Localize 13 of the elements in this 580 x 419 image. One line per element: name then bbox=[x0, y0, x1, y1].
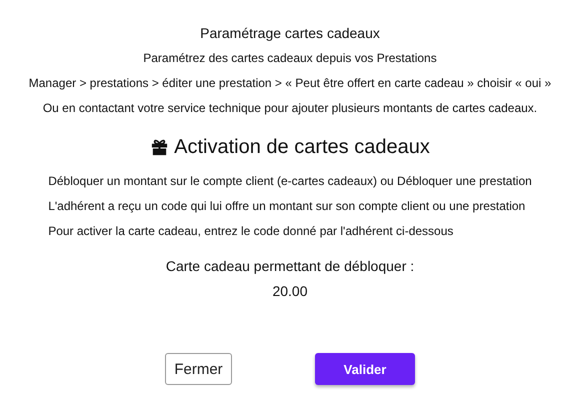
description-text: Débloquer un montant sur le compte client (e-cartes cadeaux) ou Débloquer une prestation bbox=[48, 173, 532, 190]
unlock-label: Carte cadeau permettant de débloquer : bbox=[166, 257, 414, 276]
section-title: Paramétrage cartes cadeaux bbox=[200, 24, 380, 43]
section-heading: Activation de cartes cadeaux bbox=[174, 135, 430, 160]
instruction-text: Manager > prestations > éditer une prestation > « Peut être offert en carte cadeau » choisir « oui » bbox=[28, 75, 552, 92]
gift-icon bbox=[150, 138, 170, 156]
instruction-text: Ou en contactant votre service technique pour ajouter plusieurs montants de cartes cadeaux. bbox=[42, 100, 538, 117]
description-text: L'adhérent a reçu un code qui lui offre un montant sur son compte client ou une prestation bbox=[48, 198, 526, 215]
description-text: Pour activer la carte cadeau, entrez le code donné par l'adhérent ci-dessous bbox=[48, 223, 454, 240]
close-button[interactable]: Fermer bbox=[165, 353, 232, 385]
instruction-text: Paramétrez des cartes cadeaux depuis vos Prestations bbox=[143, 50, 437, 67]
amount-value: 20.00 bbox=[272, 282, 308, 301]
confirm-button[interactable]: Valider bbox=[315, 353, 415, 385]
